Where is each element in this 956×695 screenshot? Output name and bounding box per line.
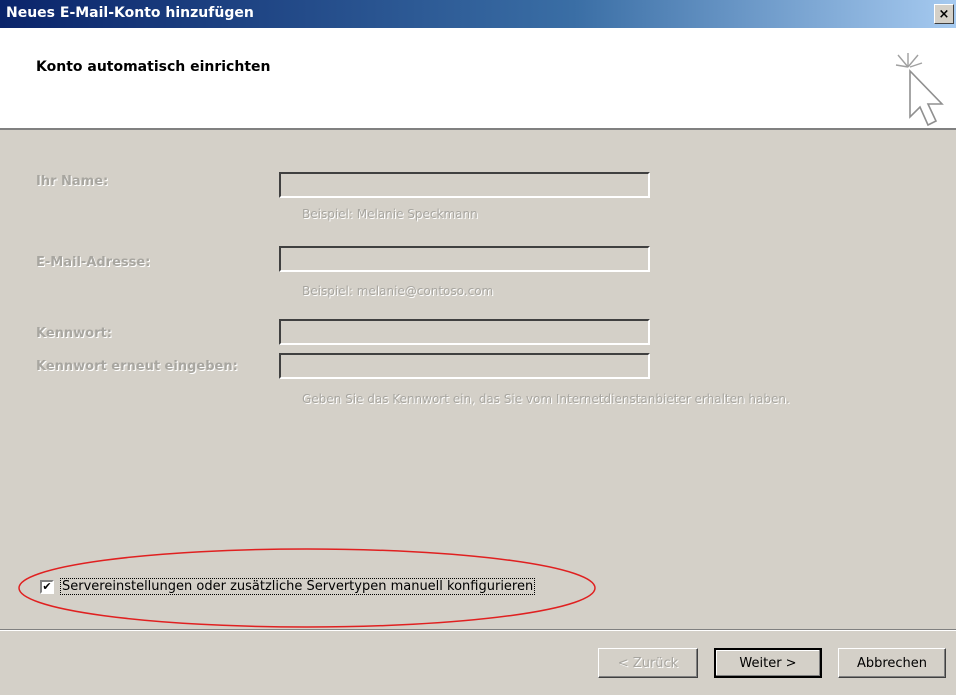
check-mark-icon: ✔ [42,580,52,593]
password-hint: Geben Sie das Kennwort ein, das Sie vom … [302,392,790,406]
manual-config-checkbox[interactable]: ✔ [40,580,54,594]
name-label: Ihr Name: [36,174,109,189]
name-field[interactable] [279,172,650,198]
cancel-button-label: Abbrechen [856,655,928,671]
name-hint: Beispiel: Melanie Speckmann [302,207,478,221]
magic-cursor-icon [895,53,944,127]
email-label: E-Mail-Adresse: [36,255,151,270]
back-button-label: < Zurück [617,655,679,671]
close-icon: × [938,6,950,22]
next-button-label: Weiter > [739,655,797,671]
window-title: Neues E-Mail-Konto hinzufügen [6,5,254,21]
manual-config-label[interactable]: Servereinstellungen oder zusätzliche Ser… [60,578,536,595]
page-heading: Konto automatisch einrichten [36,59,271,75]
back-button[interactable]: < Zurück [598,648,698,678]
wizard-header: Konto automatisch einrichten [0,29,956,130]
title-bar: Neues E-Mail-Konto hinzufügen × [0,0,956,29]
password-confirm-label: Kennwort erneut eingeben: [36,359,238,374]
email-field[interactable] [279,246,650,272]
password-field[interactable] [279,319,650,345]
password-label: Kennwort: [36,326,112,341]
next-button[interactable]: Weiter > [714,648,822,678]
email-hint: Beispiel: melanie@contoso.com [302,284,494,298]
password-confirm-field[interactable] [279,353,650,379]
footer-divider [0,629,956,631]
cancel-button[interactable]: Abbrechen [838,648,946,678]
close-button[interactable]: × [934,4,954,24]
